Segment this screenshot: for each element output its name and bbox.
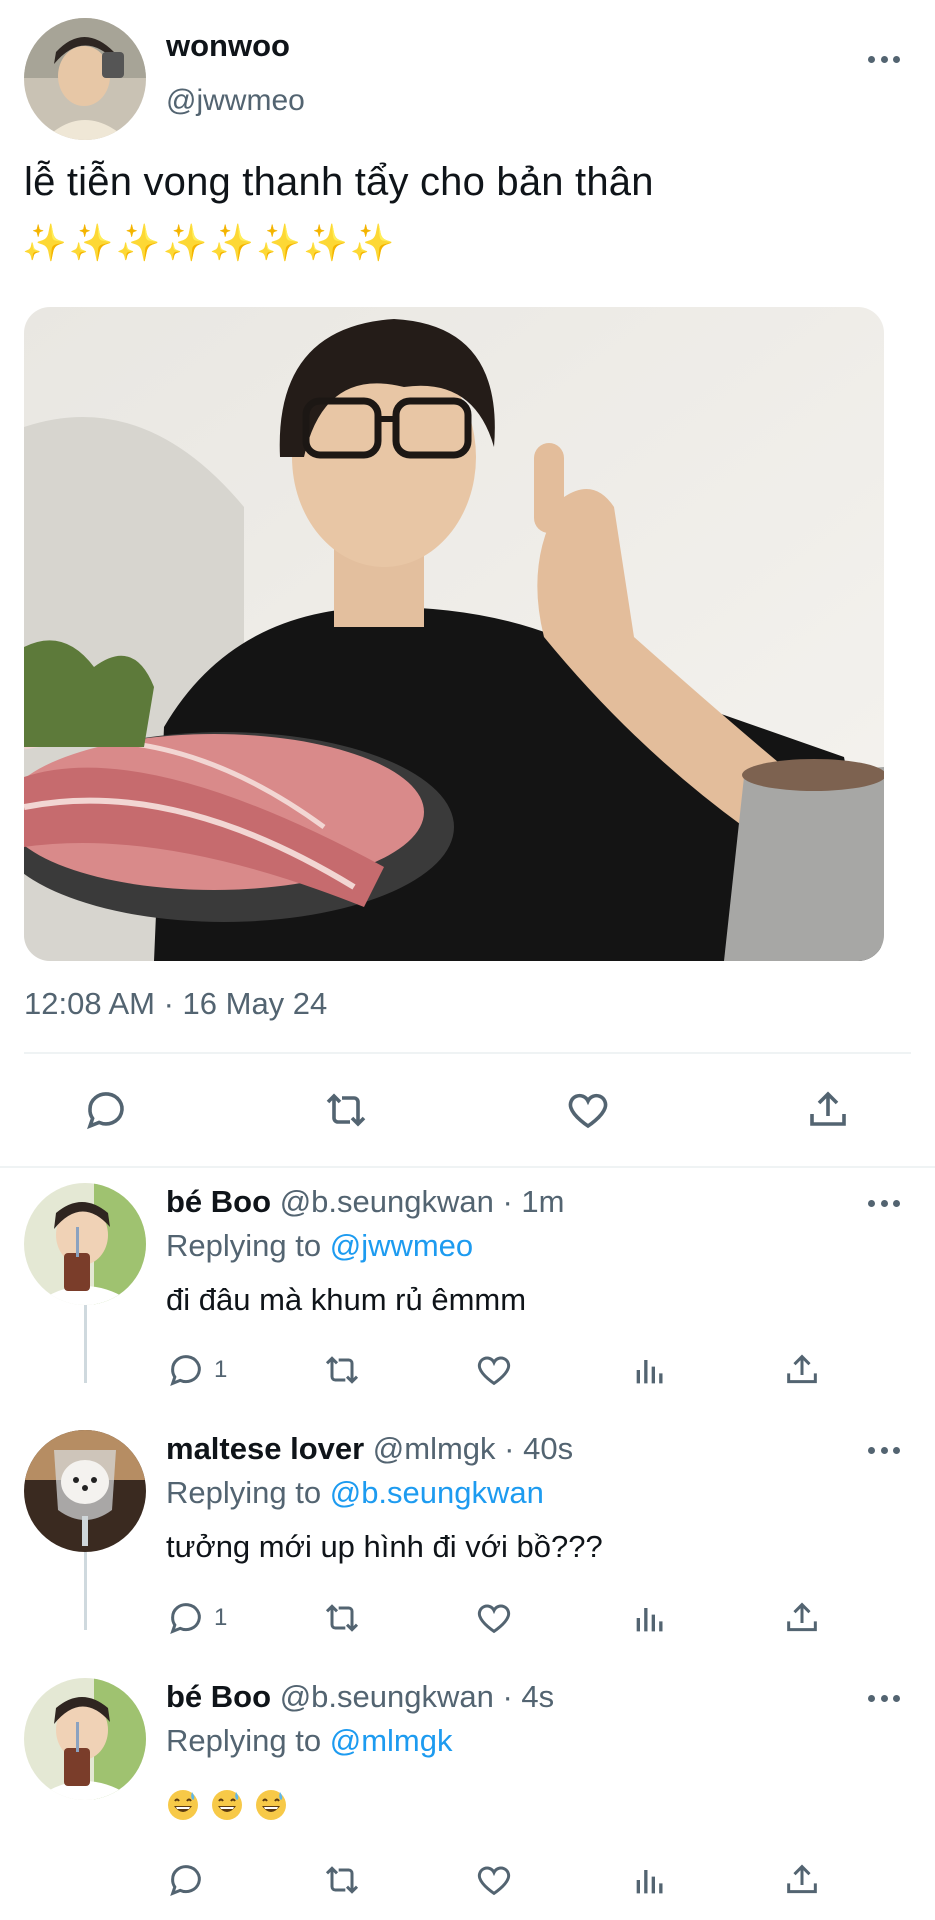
- reply-count: 1: [214, 1356, 228, 1383]
- reply-display-name[interactable]: maltese lover: [166, 1431, 364, 1466]
- reply-header: maltese lover @mlmgk · 40s: [166, 1431, 573, 1467]
- replying-to-label: Replying to: [166, 1228, 330, 1263]
- share-icon[interactable]: [782, 1858, 822, 1902]
- tweet-photo[interactable]: [24, 307, 884, 961]
- tweet-timestamp[interactable]: 12:08 AM · 16 May 24: [24, 986, 327, 1022]
- share-icon[interactable]: [800, 1082, 856, 1138]
- share-icon[interactable]: [782, 1596, 822, 1640]
- reply-icon[interactable]: [78, 1082, 134, 1138]
- reply-handle-time[interactable]: @mlmgk · 40s: [373, 1431, 573, 1466]
- views-icon[interactable]: [630, 1596, 670, 1640]
- author-display-name[interactable]: wonwoo: [166, 28, 290, 64]
- replying-to-link[interactable]: @jwwmeo: [330, 1228, 473, 1263]
- more-options-icon[interactable]: [864, 1683, 904, 1713]
- reply-header: bé Boo @b.seungkwan · 1m: [166, 1184, 564, 1220]
- replying-to: Replying to @mlmgk: [166, 1723, 452, 1759]
- reply-text: đi đâu mà khum rủ êmmm: [166, 1282, 527, 1317]
- grinning-sweat-emoji: [168, 1790, 198, 1820]
- retweet-icon[interactable]: [320, 1596, 364, 1640]
- like-icon[interactable]: [474, 1858, 514, 1902]
- reply-icon[interactable]: 1: [166, 1596, 227, 1640]
- reply-handle-time[interactable]: @b.seungkwan · 1m: [280, 1184, 565, 1219]
- divider: [0, 1166, 935, 1168]
- reply-header: bé Boo @b.seungkwan · 4s: [166, 1679, 554, 1715]
- replying-to-link[interactable]: @b.seungkwan: [330, 1475, 544, 1510]
- replying-to-link[interactable]: @mlmgk: [330, 1723, 453, 1758]
- reply-handle-time[interactable]: @b.seungkwan · 4s: [280, 1679, 554, 1714]
- reply-display-name[interactable]: bé Boo: [166, 1679, 271, 1714]
- reply-icon[interactable]: [166, 1858, 214, 1902]
- retweet-icon[interactable]: [320, 1858, 364, 1902]
- reply-avatar[interactable]: [24, 1678, 146, 1800]
- reply-emojis: [166, 1788, 288, 1822]
- more-options-icon[interactable]: [864, 1435, 904, 1465]
- tweet-text: lễ tiễn vong thanh tẩy cho bản thân: [24, 160, 654, 204]
- share-icon[interactable]: [782, 1348, 822, 1392]
- grinning-sweat-emoji: [256, 1790, 286, 1820]
- retweet-icon[interactable]: [320, 1348, 364, 1392]
- thread-connector: [84, 1552, 87, 1630]
- author-avatar[interactable]: [24, 18, 146, 140]
- replying-to-label: Replying to: [166, 1723, 330, 1758]
- like-icon[interactable]: [560, 1082, 616, 1138]
- views-icon[interactable]: [630, 1348, 670, 1392]
- reply-text: tưởng mới up hình đi với bồ???: [166, 1529, 603, 1564]
- reply-icon[interactable]: 1: [166, 1348, 227, 1392]
- views-icon[interactable]: [630, 1858, 670, 1902]
- replying-to: Replying to @b.seungkwan: [166, 1475, 544, 1511]
- reply-count: 1: [214, 1604, 228, 1631]
- grinning-sweat-emoji: [212, 1790, 242, 1820]
- like-icon[interactable]: [474, 1348, 514, 1392]
- author-handle[interactable]: @jwwmeo: [166, 84, 305, 118]
- more-options-icon[interactable]: [864, 44, 904, 74]
- like-icon[interactable]: [474, 1596, 514, 1640]
- more-options-icon[interactable]: [864, 1188, 904, 1218]
- replying-to: Replying to @jwwmeo: [166, 1228, 473, 1264]
- replying-to-label: Replying to: [166, 1475, 330, 1510]
- reply-display-name[interactable]: bé Boo: [166, 1184, 271, 1219]
- reply-avatar[interactable]: [24, 1430, 146, 1552]
- retweet-icon[interactable]: [318, 1082, 374, 1138]
- thread-connector: [84, 1305, 87, 1383]
- tweet-sparkles: ✨✨✨✨✨✨✨✨: [22, 222, 397, 263]
- divider: [24, 1052, 911, 1054]
- reply-avatar[interactable]: [24, 1183, 146, 1305]
